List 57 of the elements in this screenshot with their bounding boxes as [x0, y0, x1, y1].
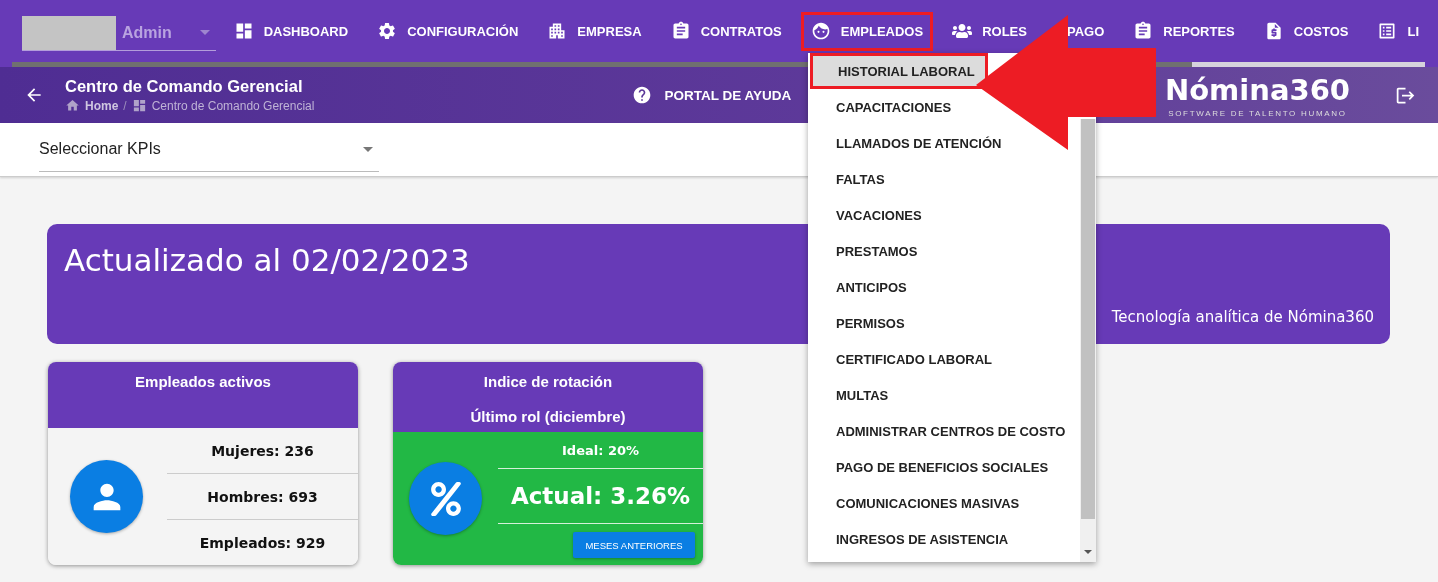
stat-text: Mujeres: 236 [210, 441, 315, 461]
help-icon [632, 85, 653, 105]
card-subtitle: Último rol (diciembre) [470, 408, 626, 425]
people-icon [952, 21, 973, 41]
menu-item[interactable]: CERTIFICADO LABORAL [808, 341, 1002, 377]
menu-item[interactable]: FALTAS [808, 161, 895, 197]
gear-icon [377, 21, 398, 41]
nav-item[interactable]: EMPRESA [537, 11, 652, 51]
logo: Nómina360 SOFTWARE DE TALENTO HUMANO [1164, 72, 1350, 118]
caret-icon [199, 30, 210, 35]
menu-item[interactable]: LLAMADOS DE ATENCIÓN [808, 125, 1012, 161]
previous-months-button[interactable]: MESES ANTERIORES [573, 532, 695, 558]
stat-text: Hombres: 693 [167, 473, 358, 519]
menu-item[interactable]: INGRESOS DE ASISTENCIA [808, 521, 1019, 557]
scrollbar[interactable] [1080, 119, 1096, 562]
menu-item[interactable]: VACACIONES [808, 197, 932, 233]
nav-item[interactable]: ROLES PAGO [942, 11, 1115, 51]
nav-item[interactable]: EMPLEADOS [800, 11, 934, 51]
menu-item[interactable]: HISTORIAL LABORAL [810, 53, 988, 89]
help-portal-button[interactable]: PORTAL DE AYUDA [626, 84, 798, 106]
breadcrumb-link[interactable]: Home [85, 98, 119, 113]
card-title: Empleados activos [135, 373, 271, 390]
ideal-text: Ideal: 20% [498, 432, 703, 469]
nav-item[interactable]: CONFIGURACIÓN [367, 11, 529, 51]
page-title: Centro de Comando Gerencial [65, 77, 304, 96]
percent-icon [409, 462, 482, 535]
banner-subtitle: Tecnología analítica de Nómina360 [1111, 308, 1374, 326]
face-icon [810, 21, 831, 41]
nav-item[interactable]: REPORTES [1123, 11, 1245, 51]
actual-text: Actual: 3.26% [498, 469, 703, 524]
menu-item[interactable]: ADMINISTRAR CENTROS DE COSTO [808, 413, 1076, 449]
menu-item[interactable]: ANTICIPOS [808, 269, 917, 305]
list-icon [1377, 21, 1398, 41]
menu-item[interactable]: PAGO DE BENEFICIOS SOCIALES [808, 449, 1059, 485]
menu-item[interactable]: COMUNICACIONES MASIVAS [808, 485, 1030, 521]
menu-item[interactable]: PRESTAMOS [808, 233, 928, 269]
menu-item[interactable]: MULTAS [808, 377, 899, 413]
nav-item[interactable]: DASHBOARD [223, 11, 359, 51]
caret-icon [363, 146, 373, 152]
card-title: Indice de rotación [483, 373, 613, 390]
breadcrumb-current: Centro de Comando Gerencial [151, 98, 315, 113]
home-icon [65, 98, 80, 113]
kpi-select[interactable]: Seleccionar KPIs [39, 127, 379, 172]
building-icon [547, 21, 568, 41]
breadcrumb-separator: / [123, 98, 127, 113]
user-name: Admin [122, 23, 173, 42]
person-icon [70, 460, 143, 533]
banner-title: Actualizado al 02/02/2023 [64, 242, 470, 278]
nav-item[interactable]: LI [1367, 11, 1429, 51]
dashboard-icon [131, 98, 147, 113]
menu-item[interactable]: PERMISOS [808, 305, 915, 341]
scroll-down-icon[interactable] [1084, 550, 1092, 554]
stat-text: Empleados: 929 [167, 519, 358, 565]
nav-item[interactable]: COSTOS [1253, 11, 1359, 51]
menu-item[interactable]: CAPACITACIONES [808, 89, 962, 125]
clipboard-icon [1133, 21, 1154, 41]
nav-item[interactable]: CONTRATOS [660, 11, 792, 51]
